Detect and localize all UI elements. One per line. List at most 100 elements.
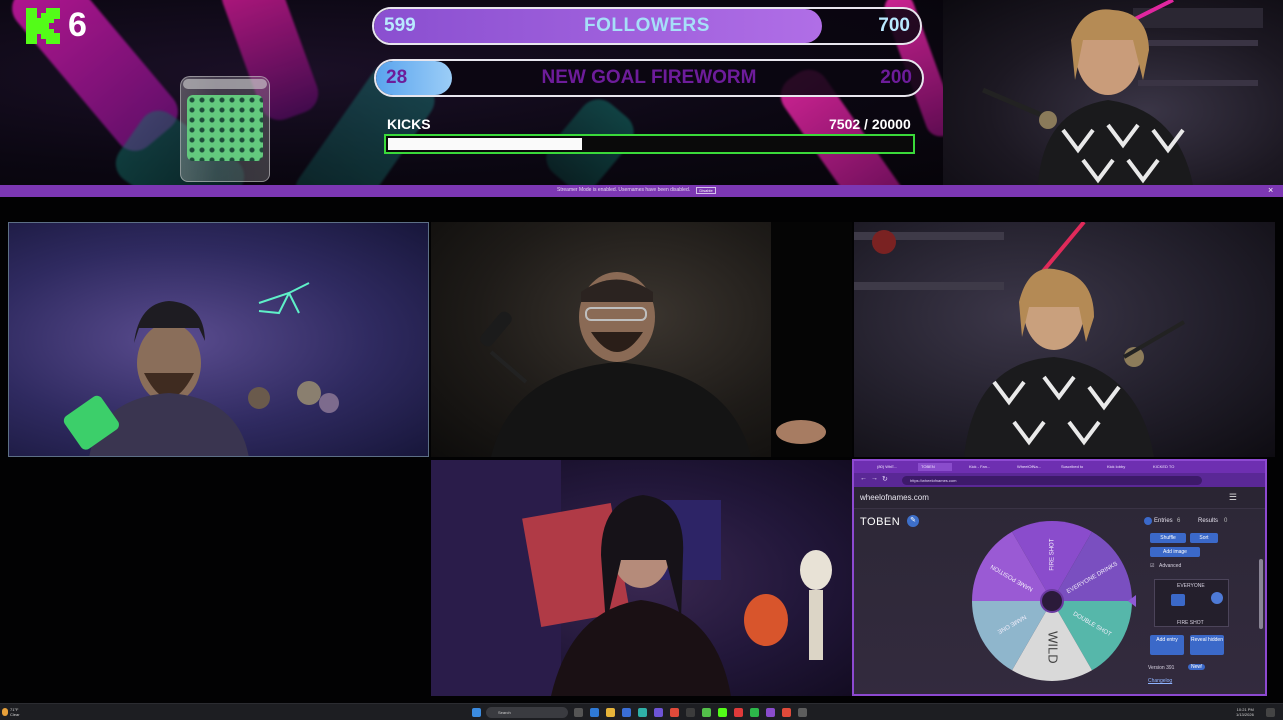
entry-image-button[interactable] [1171, 594, 1185, 606]
webcam-main [943, 0, 1283, 185]
site-name[interactable]: wheelofnames.com [860, 493, 929, 502]
kicks-label: KICKS [387, 116, 431, 132]
kick-count: 6 [68, 6, 87, 44]
chrome-icon[interactable] [670, 708, 679, 717]
entries-panel: Entries 6 Results 0 Shuffle Sort Add ima… [1144, 515, 1237, 691]
entries-textarea[interactable]: EVERYONE FIRE SHOT [1154, 579, 1229, 627]
edit-pencil-icon[interactable]: ✎ [907, 515, 919, 527]
webcam-guest-3 [431, 460, 852, 696]
browser-tab[interactable]: WheelOfNa... [1014, 463, 1052, 471]
browser-tab[interactable]: Kick - Fan... [966, 463, 1004, 471]
app-icon[interactable] [782, 708, 791, 717]
reload-icon[interactable]: ↻ [882, 475, 888, 483]
entries-count-badge: 6 [1177, 518, 1181, 524]
system-clock[interactable]: 10:21 PM 1/13/2026 [1236, 707, 1254, 717]
file-explorer-icon[interactable] [606, 708, 615, 717]
spotify-icon[interactable] [750, 708, 759, 717]
weather-icon [2, 708, 8, 716]
followers-goal: 700 [878, 15, 910, 36]
browser-address-bar: ← → ↻ https://wheelofnames.com [854, 473, 1265, 487]
clock-date: 1/13/2026 [1236, 712, 1254, 717]
streamer-mode-text: Streamer Mode is enabled. Usernames have… [557, 187, 691, 193]
hamburger-menu-icon[interactable]: ☰ [1229, 492, 1237, 503]
jar-contents [187, 95, 263, 161]
store-icon[interactable] [638, 708, 647, 717]
version-label: Version 391 [1148, 665, 1175, 671]
windows-taskbar: 71°F Clear Search 10:21 PM 1/13/2026 [0, 703, 1283, 720]
kick-app-icon[interactable] [718, 708, 727, 717]
add-entry-button[interactable]: Add entry [1150, 635, 1184, 655]
name-wheel[interactable]: FIRE SHOTEVERYONE DRINKSDOUBLE SHOTWILDN… [968, 517, 1136, 685]
streamer-mode-close-icon[interactable]: × [1268, 185, 1273, 195]
entry-text: FIRE SHOT [1177, 620, 1204, 626]
streamer-mode-disable-button[interactable]: Disable [696, 187, 716, 194]
webcam-main-secondary-image [854, 222, 1186, 457]
mail-icon[interactable] [622, 708, 631, 717]
entry-toggle[interactable] [1211, 592, 1223, 604]
changelog-link[interactable]: Changelog [1148, 678, 1172, 684]
webcam-guest-1 [8, 222, 429, 457]
browser-tab-bar: (80) WhE... TOBEN Kick - Fan... WheelOfN… [854, 461, 1265, 473]
discord-icon[interactable] [766, 708, 775, 717]
kicks-progress-fill [388, 138, 582, 150]
browser-tab[interactable]: (80) WhE... [874, 463, 912, 471]
entry-text: EVERYONE [1177, 583, 1205, 589]
followers-goal-bar: 599 FOLLOWERS 700 [372, 7, 922, 45]
wheel-segment-label: FIRE SHOT [1050, 538, 1056, 570]
advanced-checkbox[interactable]: ☑ [1150, 563, 1154, 569]
media-app-icon[interactable] [734, 708, 743, 717]
weather-desc: Clear [10, 712, 20, 717]
kicks-count: 7502 / 20000 [829, 116, 911, 132]
reveal-hidden-button[interactable]: Reveal hidden [1190, 635, 1224, 655]
url-input[interactable]: https://wheelofnames.com [902, 476, 1202, 485]
settings-gear-icon[interactable] [798, 708, 807, 717]
wheel-segment-label: WILD [1046, 631, 1061, 664]
browser-tab[interactable]: Suscribed to [1058, 463, 1098, 471]
entries-tabs: Entries 6 Results 0 [1144, 515, 1237, 527]
browser-window: (80) WhE... TOBEN Kick - Fan... WheelOfN… [852, 459, 1267, 696]
wheel-center[interactable] [1040, 589, 1064, 613]
kicks-jar [180, 76, 270, 182]
stream-overlay: 6 599 FOLLOWERS 700 28 NEW GOAL FIREWORM… [0, 0, 943, 185]
browser-tab-active[interactable]: TOBEN [918, 463, 952, 471]
site-header: wheelofnames.com ☰ [854, 487, 1265, 509]
shuffle-button[interactable]: Shuffle [1150, 533, 1186, 543]
back-arrow-icon[interactable]: ← [860, 475, 867, 482]
wheel-page: TOBEN ✎ FIRE SHOT EVERYONE DRINKS DOUBLE S… [854, 509, 1265, 694]
sort-button[interactable]: Sort [1190, 533, 1218, 543]
webcam-guest-2-image [480, 222, 852, 457]
task-view-icon[interactable] [574, 708, 583, 717]
webcam-guest-1-image [63, 282, 339, 456]
advanced-label: Advanced [1159, 563, 1182, 569]
jar-cap [183, 79, 267, 89]
edge-browser-icon[interactable] [590, 708, 599, 717]
tab-results[interactable]: Results [1198, 515, 1218, 527]
taskbar-search-input[interactable]: Search [486, 707, 568, 718]
entries-tab-icon [1144, 517, 1152, 525]
kicks-progress-bar [384, 134, 915, 154]
add-image-button[interactable]: Add image [1150, 547, 1200, 557]
followers-label: FOLLOWERS [584, 15, 710, 36]
windows-start-icon[interactable] [472, 708, 481, 717]
wheel-title: TOBEN [860, 516, 901, 528]
obs-icon[interactable] [686, 708, 695, 717]
browser-tab[interactable]: Kick lobby [1104, 463, 1140, 471]
scrollbar[interactable] [1259, 559, 1263, 629]
stream-screen: 6 599 FOLLOWERS 700 28 NEW GOAL FIREWORM… [0, 0, 1283, 720]
webcam-guest-3-image [431, 460, 832, 696]
weather-widget[interactable]: 71°F Clear [10, 707, 20, 717]
new-goal-bar: 28 NEW GOAL FIREWORM 200 [374, 59, 924, 97]
webcam-guest-2 [431, 222, 852, 457]
tab-entries[interactable]: Entries [1154, 515, 1173, 527]
browser-tab[interactable]: KICKED TO [1150, 463, 1190, 471]
forward-arrow-icon[interactable]: → [871, 475, 878, 482]
new-goal-target: 200 [880, 67, 912, 88]
webcam-main-image [982, 0, 1263, 185]
notifications-icon[interactable] [1266, 708, 1275, 717]
kick-logo-icon [26, 8, 60, 44]
kick-app-icon[interactable] [702, 708, 711, 717]
new-goal-label: NEW GOAL FIREWORM [541, 67, 757, 88]
new-badge: New! [1188, 664, 1206, 670]
results-count-badge: 0 [1224, 518, 1228, 524]
app-icon[interactable] [654, 708, 663, 717]
